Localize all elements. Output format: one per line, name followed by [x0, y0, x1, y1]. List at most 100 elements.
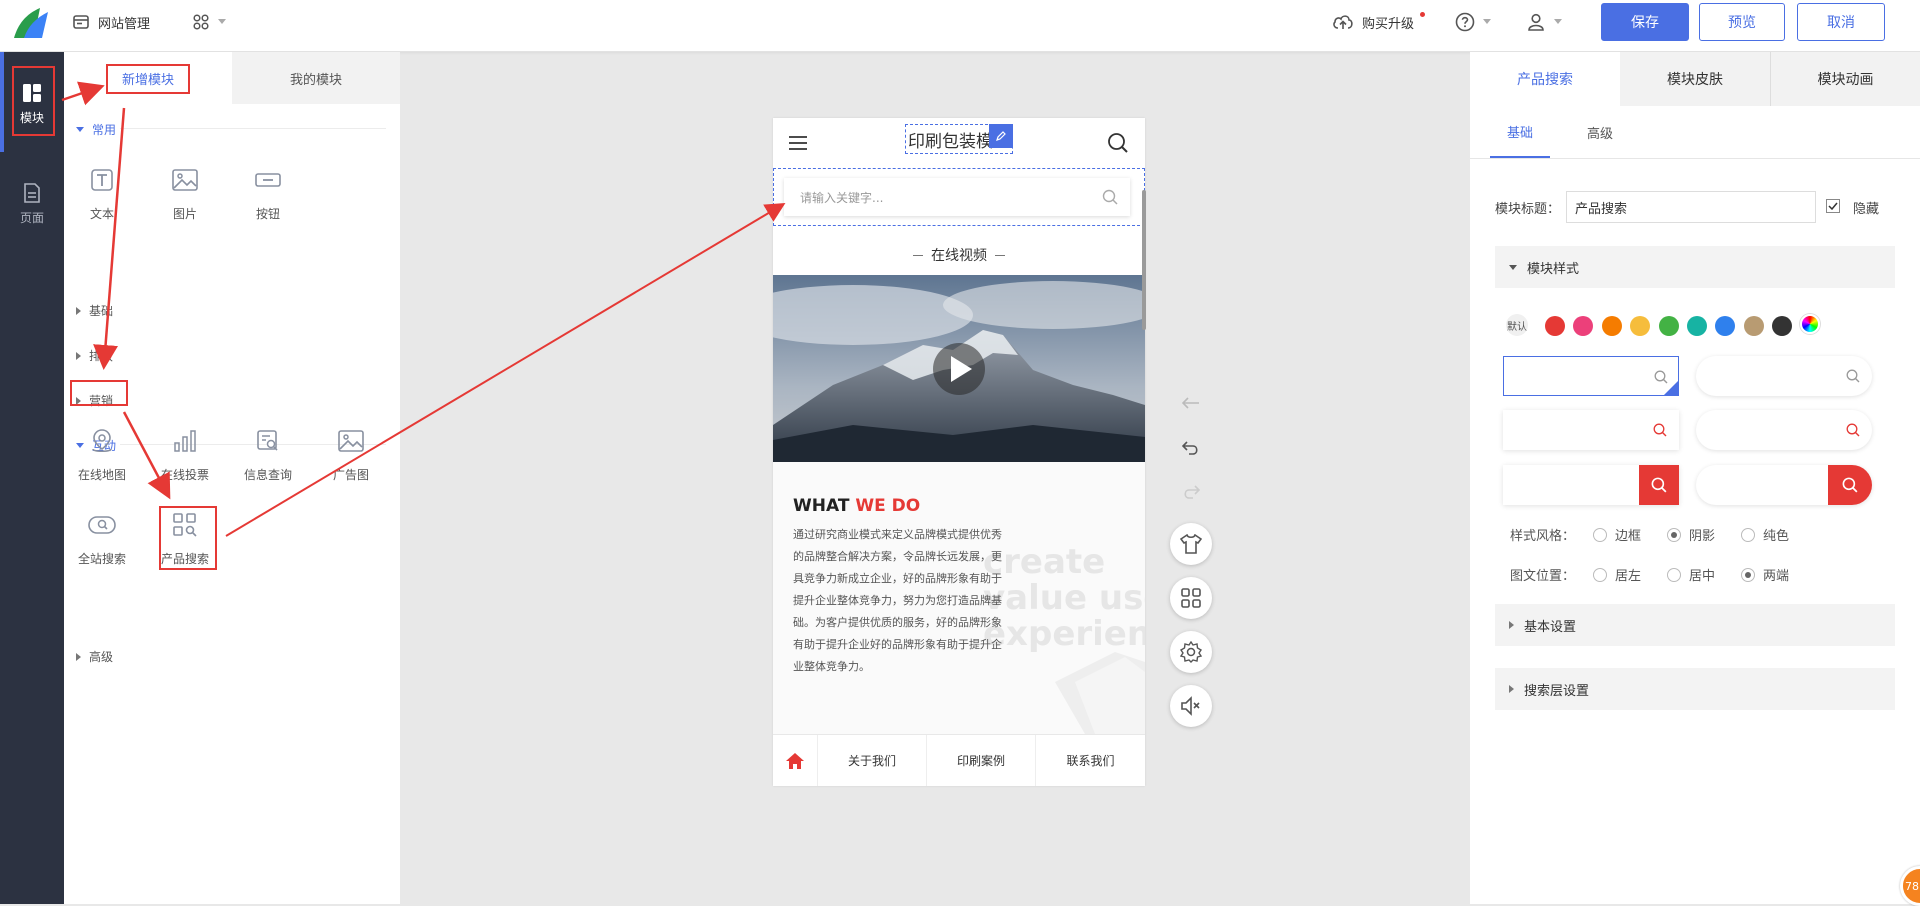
user-menu-button[interactable]: [1526, 0, 1570, 44]
module-image-label: 图片: [172, 207, 197, 221]
edit-title-button[interactable]: [989, 124, 1013, 148]
align-label: 图文位置：: [1510, 569, 1576, 584]
color-swatch[interactable]: [1630, 316, 1651, 336]
undo-button[interactable]: [1180, 436, 1202, 458]
style-option-label: 边框: [1615, 529, 1642, 544]
preview-button[interactable]: 预览: [1699, 3, 1785, 41]
footer-nav-item[interactable]: 联系我们: [1036, 735, 1145, 786]
color-swatch[interactable]: [1687, 316, 1707, 336]
module-title-input[interactable]: [1566, 191, 1816, 223]
subtab-basic[interactable]: 基础: [1490, 106, 1550, 158]
image-icon: [338, 430, 364, 452]
section-search-layer-label: 搜索层设置: [1524, 683, 1590, 699]
style-radio-shadow[interactable]: [1667, 527, 1682, 542]
product-search-module[interactable]: 请输入关键字...: [773, 168, 1145, 226]
nav-active-indicator: [0, 52, 4, 152]
module-online-map[interactable]: 在线地图: [67, 422, 137, 492]
module-ad-image[interactable]: 广告图: [316, 422, 386, 492]
tab-module-skin[interactable]: 模块皮肤: [1620, 52, 1770, 106]
custom-color-picker[interactable]: [1800, 314, 1820, 334]
page-icon: [24, 182, 40, 203]
annotation-box-interact: [70, 380, 128, 406]
module-title-label: 模块标题：: [1495, 202, 1561, 217]
color-swatch[interactable]: [1601, 316, 1622, 336]
phone-scrollbar[interactable]: [1142, 190, 1146, 330]
footer-home[interactable]: [773, 735, 818, 786]
color-swatch[interactable]: [1743, 316, 1764, 336]
video-player[interactable]: [773, 275, 1145, 462]
module-manager-button[interactable]: [1170, 577, 1212, 619]
search-icon[interactable]: [1107, 132, 1129, 154]
category-common[interactable]: 常用: [76, 121, 116, 138]
what-prefix: WHAT: [793, 496, 856, 516]
annotation-box-modules: [12, 66, 55, 136]
map-pin-icon: [92, 429, 112, 452]
color-swatch[interactable]: [1772, 316, 1793, 336]
redo-button[interactable]: [1180, 480, 1202, 502]
site-manage-button[interactable]: 网站管理: [72, 0, 150, 44]
module-site-search[interactable]: 全站搜索: [67, 506, 137, 576]
category-layout[interactable]: 排版: [76, 347, 113, 364]
align-radio-left[interactable]: [1593, 567, 1608, 582]
search-style-option-3[interactable]: [1503, 410, 1679, 450]
button-icon: [255, 173, 281, 187]
settings-button[interactable]: [1170, 631, 1212, 673]
search-style-option-4[interactable]: [1696, 410, 1872, 450]
section-basic-settings-label: 基本设置: [1524, 619, 1577, 635]
module-info-query[interactable]: 信息查询: [233, 422, 303, 492]
module-text[interactable]: 文本: [67, 161, 137, 231]
grid-icon: [1181, 588, 1201, 608]
category-basic[interactable]: 基础: [76, 302, 113, 319]
footer-nav-item[interactable]: 关于我们: [818, 735, 927, 786]
buy-upgrade-button[interactable]: 购买升级: [1332, 0, 1425, 44]
category-advanced[interactable]: 高级: [76, 648, 113, 665]
apps-menu-button[interactable]: [192, 0, 234, 44]
module-online-vote[interactable]: 在线投票: [150, 422, 220, 492]
search-icon: [1653, 423, 1667, 437]
section-search-layer[interactable]: 搜索层设置: [1495, 668, 1895, 710]
search-icon: [1846, 423, 1860, 437]
color-swatch[interactable]: [1715, 316, 1736, 336]
search-style-option-5[interactable]: [1503, 465, 1679, 505]
align-radio-center[interactable]: [1667, 567, 1682, 582]
search-style-option-2[interactable]: [1696, 356, 1872, 396]
cancel-button[interactable]: 取消: [1797, 3, 1885, 41]
tab-module-animation[interactable]: 模块动画: [1770, 52, 1920, 106]
search-input[interactable]: 请输入关键字...: [784, 178, 1130, 216]
tab-product-search[interactable]: 产品搜索: [1470, 52, 1620, 106]
section-module-style[interactable]: 模块样式: [1495, 246, 1895, 288]
undo-step-back-button[interactable]: [1180, 392, 1202, 414]
search-icon: [1846, 369, 1860, 383]
module-button[interactable]: 按钮: [233, 161, 303, 231]
color-swatch[interactable]: [1573, 316, 1594, 336]
align-option-label: 居左: [1615, 569, 1642, 584]
save-button[interactable]: 保存: [1601, 3, 1689, 41]
search-style-option-6[interactable]: [1696, 465, 1872, 505]
color-swatch[interactable]: [1545, 316, 1565, 336]
top-bar: 网站管理 购买升级 保存 预览 取消: [0, 0, 1920, 52]
search-style-option-1[interactable]: [1503, 356, 1679, 396]
search-icon[interactable]: [1102, 189, 1118, 205]
subtab-advanced[interactable]: 高级: [1570, 106, 1630, 158]
menu-icon[interactable]: [789, 136, 807, 150]
theme-button[interactable]: [1170, 523, 1212, 565]
align-radio-both[interactable]: [1741, 567, 1756, 582]
phone-header: 印刷包装模: [773, 118, 1145, 168]
style-option-label: 纯色: [1763, 529, 1790, 544]
style-option-label: 阴影: [1689, 529, 1716, 544]
help-button[interactable]: [1455, 0, 1499, 44]
module-image[interactable]: 图片: [150, 161, 220, 231]
hide-checkbox[interactable]: [1826, 199, 1840, 213]
section-basic-settings[interactable]: 基本设置: [1495, 604, 1895, 646]
tab-my-modules[interactable]: 我的模块: [232, 52, 400, 104]
style-radio-border[interactable]: [1593, 527, 1608, 542]
default-swatch[interactable]: 默认: [1506, 314, 1528, 336]
image-icon: [172, 169, 198, 191]
phone-preview: 印刷包装模 请输入关键字... 在线视频 WHAT WE DO create v…: [773, 118, 1145, 786]
color-swatch[interactable]: [1658, 316, 1679, 336]
nav-pages[interactable]: 页面: [0, 166, 64, 242]
music-button[interactable]: [1170, 685, 1212, 727]
footer-nav-item[interactable]: 印刷案例: [927, 735, 1036, 786]
style-radio-solid[interactable]: [1741, 527, 1756, 542]
app-logo[interactable]: [10, 4, 50, 44]
